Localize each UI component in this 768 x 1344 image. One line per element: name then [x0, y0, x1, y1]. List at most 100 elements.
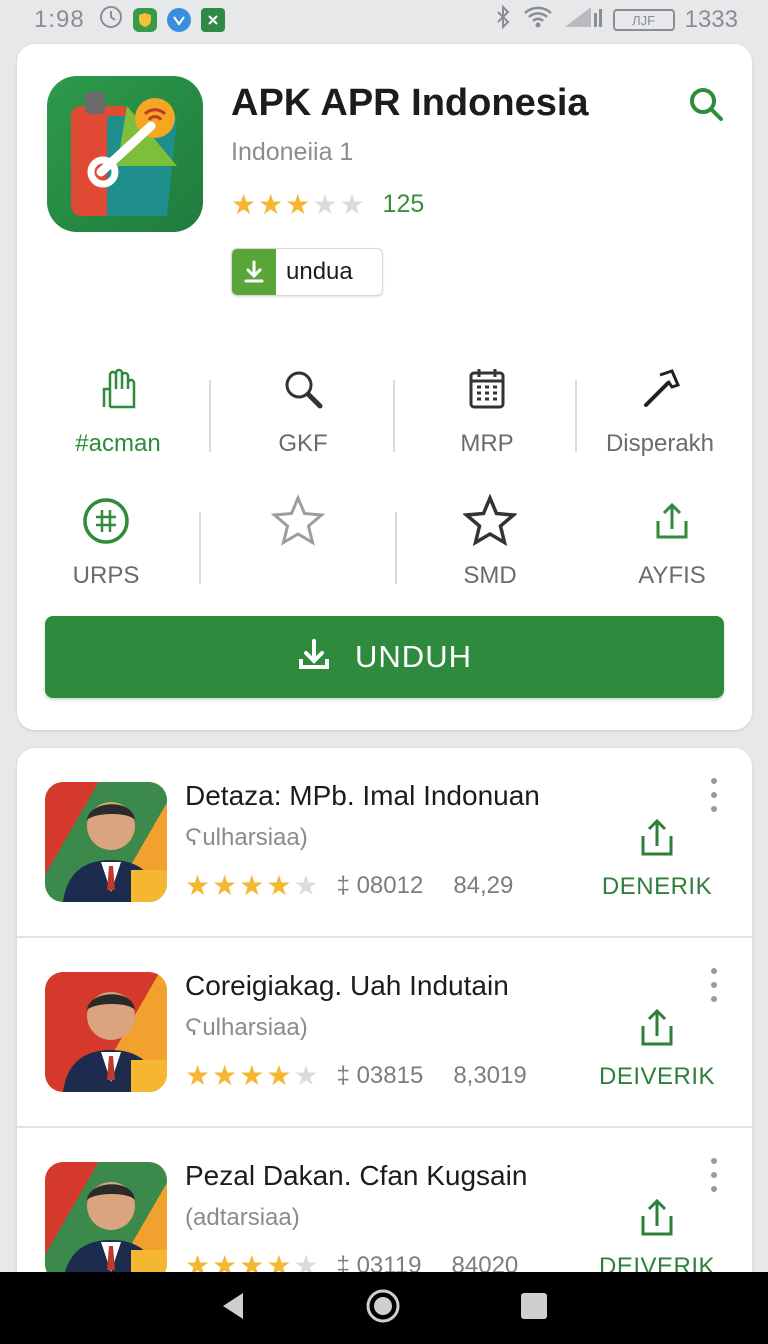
list-item[interactable]: Detaza: MPb. Imal Indonuan Ϛulharsiaa) ★…: [17, 748, 752, 938]
battery-icon: ЛJF: [612, 9, 675, 31]
action-favorite[interactable]: [223, 494, 373, 562]
status-time: 1:98: [34, 6, 85, 33]
action-gkf[interactable]: GKF: [228, 362, 378, 458]
item-action-button[interactable]: DENERIK: [587, 816, 727, 901]
app-thumbnail: [45, 972, 167, 1092]
bluetooth-icon: [493, 4, 513, 36]
star-filled-icon: ★: [212, 870, 238, 901]
item-action-button[interactable]: DEIVERIK: [587, 1006, 727, 1091]
star-filled-icon: ★: [185, 1060, 211, 1091]
app-thumbnail: [45, 1162, 167, 1282]
related-apps-card: Detaza: MPb. Imal Indonuan Ϛulharsiaa) ★…: [17, 748, 752, 1308]
star-outline-icon: [223, 494, 373, 548]
app-thumbnail: [45, 782, 167, 902]
calendar-icon: [412, 362, 562, 416]
action-label: Disperakh: [605, 430, 715, 457]
excel-icon: [200, 8, 225, 32]
undua-chip[interactable]: undua: [231, 248, 383, 296]
status-bar: 1:98 ЛJF 1333: [0, 0, 768, 40]
chip-label: undua: [286, 258, 353, 285]
star-empty-icon: ★: [293, 870, 319, 901]
download-icon: [297, 637, 331, 678]
hammer-icon: [585, 362, 735, 416]
item-action-label: DEIVERIK: [598, 1063, 716, 1090]
item-code: ‡ 03815: [336, 1062, 424, 1089]
share-icon: [597, 494, 747, 548]
search-icon: [690, 88, 723, 121]
star-filled-icon: ★: [285, 188, 311, 220]
action-acman[interactable]: #acman: [43, 362, 193, 458]
share-icon: [641, 1198, 673, 1236]
recents-icon[interactable]: [519, 1291, 549, 1326]
action-label: GKF: [278, 430, 328, 457]
shield-icon: [132, 8, 157, 32]
share-icon: [641, 1008, 673, 1046]
item-title: Coreigiakag. Uah Indutain: [185, 970, 509, 1001]
back-icon[interactable]: [219, 1290, 247, 1327]
divider: [393, 380, 395, 452]
item-developer: Ϛulharsiaa): [185, 824, 308, 851]
share-icon: [641, 818, 673, 856]
item-stars: ★ ★ ★ ★ ★: [185, 872, 319, 900]
app-rating: ★ ★ ★ ★ ★ 125: [231, 190, 424, 219]
action-disperakh[interactable]: Disperakh: [585, 362, 735, 458]
action-label: #acman: [75, 430, 161, 457]
search-icon: [228, 362, 378, 416]
star-filled-icon: ★: [231, 188, 257, 220]
home-icon[interactable]: [365, 1288, 401, 1329]
action-label: SMD: [463, 562, 517, 589]
app-icon: [47, 76, 203, 232]
item-developer: (adtarsiaa): [185, 1204, 300, 1231]
item-developer: Ϛulharsiaa): [185, 1014, 308, 1041]
action-mrp[interactable]: MRP: [412, 362, 562, 458]
status-right: ЛJF 1333: [493, 4, 738, 36]
star-filled-icon: ★: [212, 1060, 238, 1091]
more-options-icon[interactable]: [706, 778, 722, 812]
action-row-2: URPS SMD AYFIS: [17, 494, 752, 626]
star-filled-icon: ★: [266, 870, 292, 901]
item-meta: ★ ★ ★ ★ ★ ‡ 03815 8,3019: [185, 1062, 527, 1090]
clock-icon: [99, 5, 123, 36]
star-filled-icon: ★: [239, 1060, 265, 1091]
more-options-icon[interactable]: [706, 968, 722, 1002]
star-filled-icon: ★: [258, 188, 284, 220]
divider: [209, 380, 211, 452]
download-button[interactable]: UNDUH: [45, 616, 724, 698]
action-urps[interactable]: URPS: [31, 494, 181, 590]
circle-hash-icon: [31, 494, 181, 548]
star-icon: [415, 494, 565, 548]
action-smd[interactable]: SMD: [415, 494, 565, 590]
divider: [395, 512, 397, 584]
action-row-1: #acman GKF MRP Disperakh: [17, 362, 752, 494]
vpn-icon: [166, 8, 191, 32]
app-title: APK APR Indonesia: [231, 82, 589, 124]
rating-count: 125: [382, 190, 425, 218]
status-left: 1:98: [34, 5, 225, 36]
item-action-label: DENERIK: [601, 873, 713, 900]
wifi-icon: [523, 5, 553, 36]
signal-icon: [563, 5, 603, 36]
list-item[interactable]: Coreigiakag. Uah Indutain Ϛulharsiaa) ★ ★…: [17, 938, 752, 1128]
navigation-bar: [0, 1272, 768, 1344]
item-meta: ★ ★ ★ ★ ★ ‡ 08012 84,29: [185, 872, 513, 900]
item-title: Pezal Dakan. Cfan Kugsain: [185, 1160, 528, 1191]
rating-stars: ★ ★ ★ ★ ★: [231, 188, 365, 220]
star-filled-icon: ★: [185, 870, 211, 901]
more-options-icon[interactable]: [706, 1158, 722, 1192]
star-filled-icon: ★: [266, 1060, 292, 1091]
item-stars: ★ ★ ★ ★ ★: [185, 1062, 319, 1090]
hand-icon: [43, 362, 193, 416]
search-button[interactable]: [686, 84, 726, 124]
item-size: 84,29: [453, 872, 514, 899]
star-filled-icon: ★: [239, 870, 265, 901]
item-code: ‡ 08012: [336, 872, 424, 899]
download-label: UNDUH: [355, 639, 472, 674]
action-ayfis[interactable]: AYFIS: [597, 494, 747, 590]
star-empty-icon: ★: [339, 188, 365, 220]
action-label: AYFIS: [638, 562, 706, 589]
item-size: 8,3019: [453, 1062, 527, 1089]
status-right-text: 1333: [684, 6, 738, 33]
star-empty-icon: ★: [312, 188, 338, 220]
download-icon: [232, 249, 276, 295]
item-action-button[interactable]: DEIVERIK: [587, 1196, 727, 1281]
